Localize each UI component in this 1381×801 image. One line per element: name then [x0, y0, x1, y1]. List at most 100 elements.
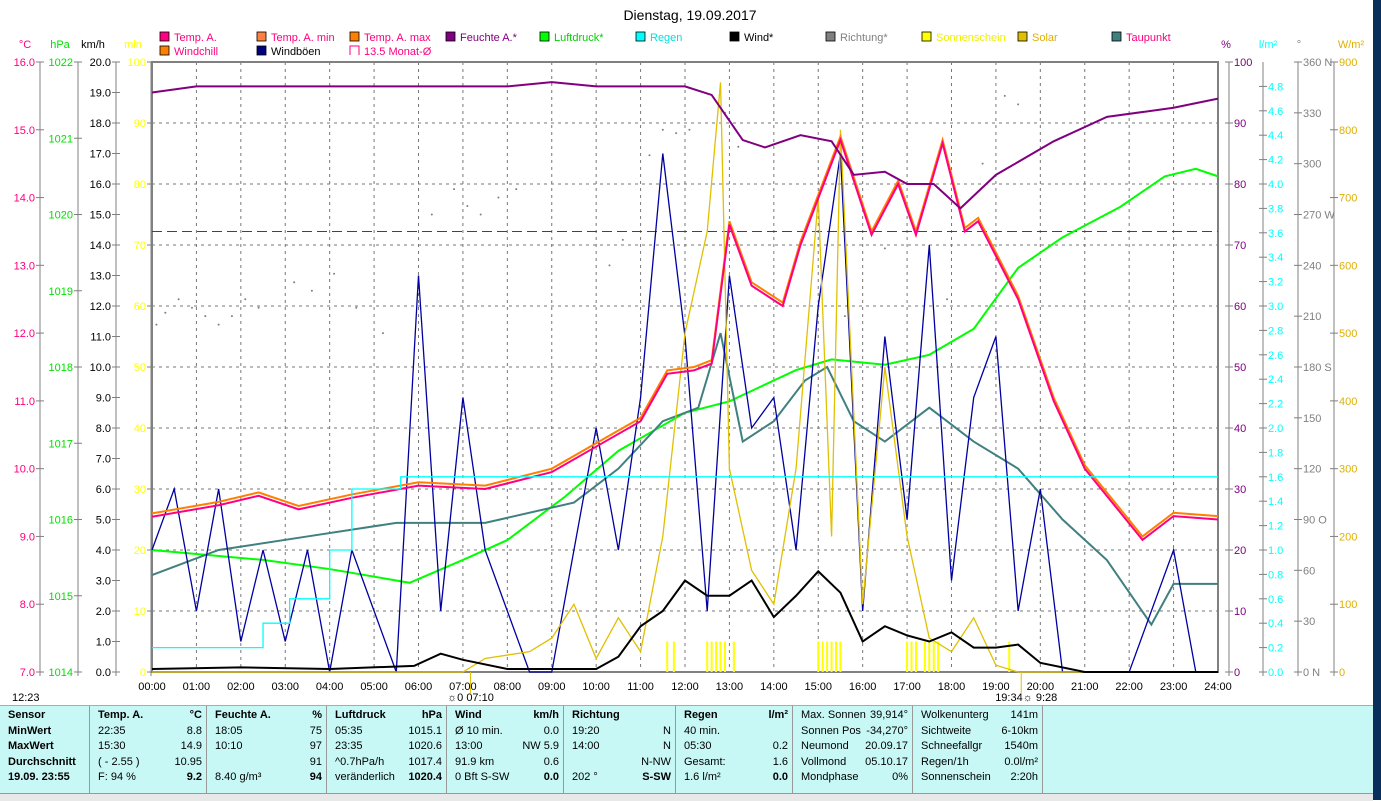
stats-column: Regen l/m² 40 min. 05:30 0.2 Gesamt: 1.6 1.6 l/… [676, 706, 793, 794]
stats-table: Sensor MinWert MaxWert Durchschnitt 19.09. 2… [0, 705, 1373, 794]
rain-tick-label: 0.6 [1268, 594, 1283, 606]
rain-tick-label: 2.8 [1268, 325, 1283, 337]
solar-tick-label: 500 [1339, 328, 1357, 340]
direction-point [466, 205, 469, 208]
stats-row: MaxWert [8, 739, 85, 755]
stats-cell: 0.0 [543, 724, 559, 737]
solar-tick-label: 0 [1339, 667, 1345, 679]
wind-tick-label: 2.0 [96, 606, 111, 618]
press-tick-label: 1022 [49, 57, 73, 69]
stats-row: Durchschnitt [8, 755, 85, 771]
rain-tick-label: 0.8 [1268, 569, 1283, 581]
stats-row: 8.40 g/m³ 94 [215, 770, 322, 786]
stats-column: Luftdruck hPa 05:35 1015.1 23:35 1020.6 ^0.7hP… [327, 706, 447, 794]
stats-header: 141m [1010, 709, 1038, 721]
direction-point [608, 264, 611, 267]
series-wind [151, 569, 1218, 673]
rain-tick-label: 3.2 [1268, 277, 1283, 289]
stats-row: Sonnen Pos -34,270° [801, 724, 908, 740]
stats-header: hPa [421, 709, 442, 721]
stats-cell: N [663, 724, 671, 737]
stats-cell: 8.40 g/m³ [215, 771, 262, 783]
stats-cell: 6-10km [1001, 724, 1038, 737]
wind-tick-label: 5.0 [96, 515, 111, 527]
direction-point [244, 298, 247, 301]
solar-noon-label: 12:23 [12, 692, 40, 704]
stats-header: Wind [455, 709, 482, 721]
wind-tick-label: 6.0 [96, 484, 111, 496]
stats-row: 0 Bft S-SW 0.0 [455, 770, 559, 786]
rain-tick-label: 3.4 [1268, 252, 1283, 264]
stats-row: MinWert [8, 724, 85, 740]
sun-tick-label: 70 [134, 240, 146, 252]
time-tick-label: 15:00 [804, 681, 832, 693]
stats-row: 91 [215, 755, 322, 771]
wind-tick-label: 4.0 [96, 545, 111, 557]
time-tick-label: 08:00 [494, 681, 522, 693]
sun-tick-label: 0 [140, 667, 146, 679]
rain-tick-label: 2.2 [1268, 399, 1283, 411]
stats-cell: 05:35 [335, 724, 363, 737]
stats-row: F: 94 % 9.2 [98, 770, 202, 786]
stats-row: Vollmond 05.10.17 [801, 755, 908, 771]
rain-tick-label: 3.6 [1268, 228, 1283, 240]
x-axis: 00:00 01:00 02:00 03:00 04:00 05:00 06:00 07:00… [12, 672, 1232, 704]
sun-axis-unit: min [124, 39, 142, 51]
direction-point [675, 132, 678, 135]
time-tick-label: 11:00 [627, 681, 654, 693]
direction-point [661, 128, 664, 131]
stats-row: 40 min. [684, 724, 788, 740]
direction-point [1017, 103, 1020, 106]
rain-tick-label: 1.4 [1268, 496, 1283, 508]
press-tick-label: 1017 [49, 438, 73, 450]
stats-row: Gesamt: 1.6 [684, 755, 788, 771]
temp-axis-unit: °C [19, 39, 31, 51]
stats-header: Sensor [8, 709, 46, 721]
time-tick-label: 24:00 [1204, 681, 1232, 693]
stats-cell: 14:00 [572, 740, 600, 752]
sun-tick-label: 90 [134, 118, 146, 130]
stats-row: 10:10 97 [215, 739, 322, 755]
stats-row: 05:30 0.2 [684, 739, 788, 755]
stats-row: 05:35 1015.1 [335, 724, 442, 740]
rain-tick-label: 0.4 [1268, 618, 1283, 630]
stats-cell: 202 ° [572, 771, 598, 783]
wind-tick-label: 15.0 [90, 210, 111, 222]
rain-tick-label: 1.0 [1268, 545, 1283, 557]
stats-cell: 40 min. [684, 724, 721, 737]
legend-swatch [1111, 31, 1122, 42]
time-tick-label: 00:00 [138, 681, 166, 693]
press-tick-label: 1020 [49, 210, 73, 222]
legend: Temp. A. Temp. A. min Temp. A. max Feuchte … [159, 31, 1171, 58]
time-tick-label: 01:00 [183, 681, 211, 693]
solar-tick-label: 400 [1339, 396, 1357, 408]
stats-cell: Gesamt: [684, 755, 726, 768]
sunset-label: 19:34☼ 9:28 [995, 692, 1057, 704]
solar-tick-label: 600 [1339, 260, 1357, 272]
sun-tick-label: 60 [134, 301, 146, 313]
stats-row: 15:30 14.9 [98, 739, 202, 755]
stats-cell: 1017.4 [408, 755, 442, 768]
stats-header: Richtung [572, 709, 620, 721]
stats-row: 18:05 75 [215, 724, 322, 740]
stats-cell: 0 Bft S-SW [455, 771, 510, 783]
stats-row: Sonnenschein 2:20h [921, 770, 1038, 786]
stats-cell: MinWert [8, 724, 52, 737]
stats-cell: 0.2 [772, 740, 788, 752]
legend-label: Taupunkt [1126, 32, 1171, 44]
direction-point [946, 298, 949, 301]
legend-label: Wind* [744, 32, 774, 44]
hum-tick-label: 90 [1234, 118, 1246, 130]
direction-point [257, 306, 260, 309]
dir-tick-label: 300 [1303, 159, 1321, 171]
stats-column: Temp. A. °C 22:35 8.8 15:30 14.9 ( - 2.55 ) 10.… [90, 706, 207, 794]
stats-row: Mondphase 0% [801, 770, 908, 786]
stats-row: Regen/1h 0.0l/m² [921, 755, 1038, 771]
legend-label: Windböen [271, 46, 321, 58]
direction-point [381, 332, 384, 335]
stats-cell: Durchschnitt [8, 755, 76, 768]
legend-swatch [159, 45, 170, 56]
stats-column: Max. Sonnen 39,914° Sonnen Pos -34,270° Neum… [793, 706, 913, 794]
legend-swatch [349, 45, 360, 55]
time-tick-label: 05:00 [360, 681, 388, 693]
